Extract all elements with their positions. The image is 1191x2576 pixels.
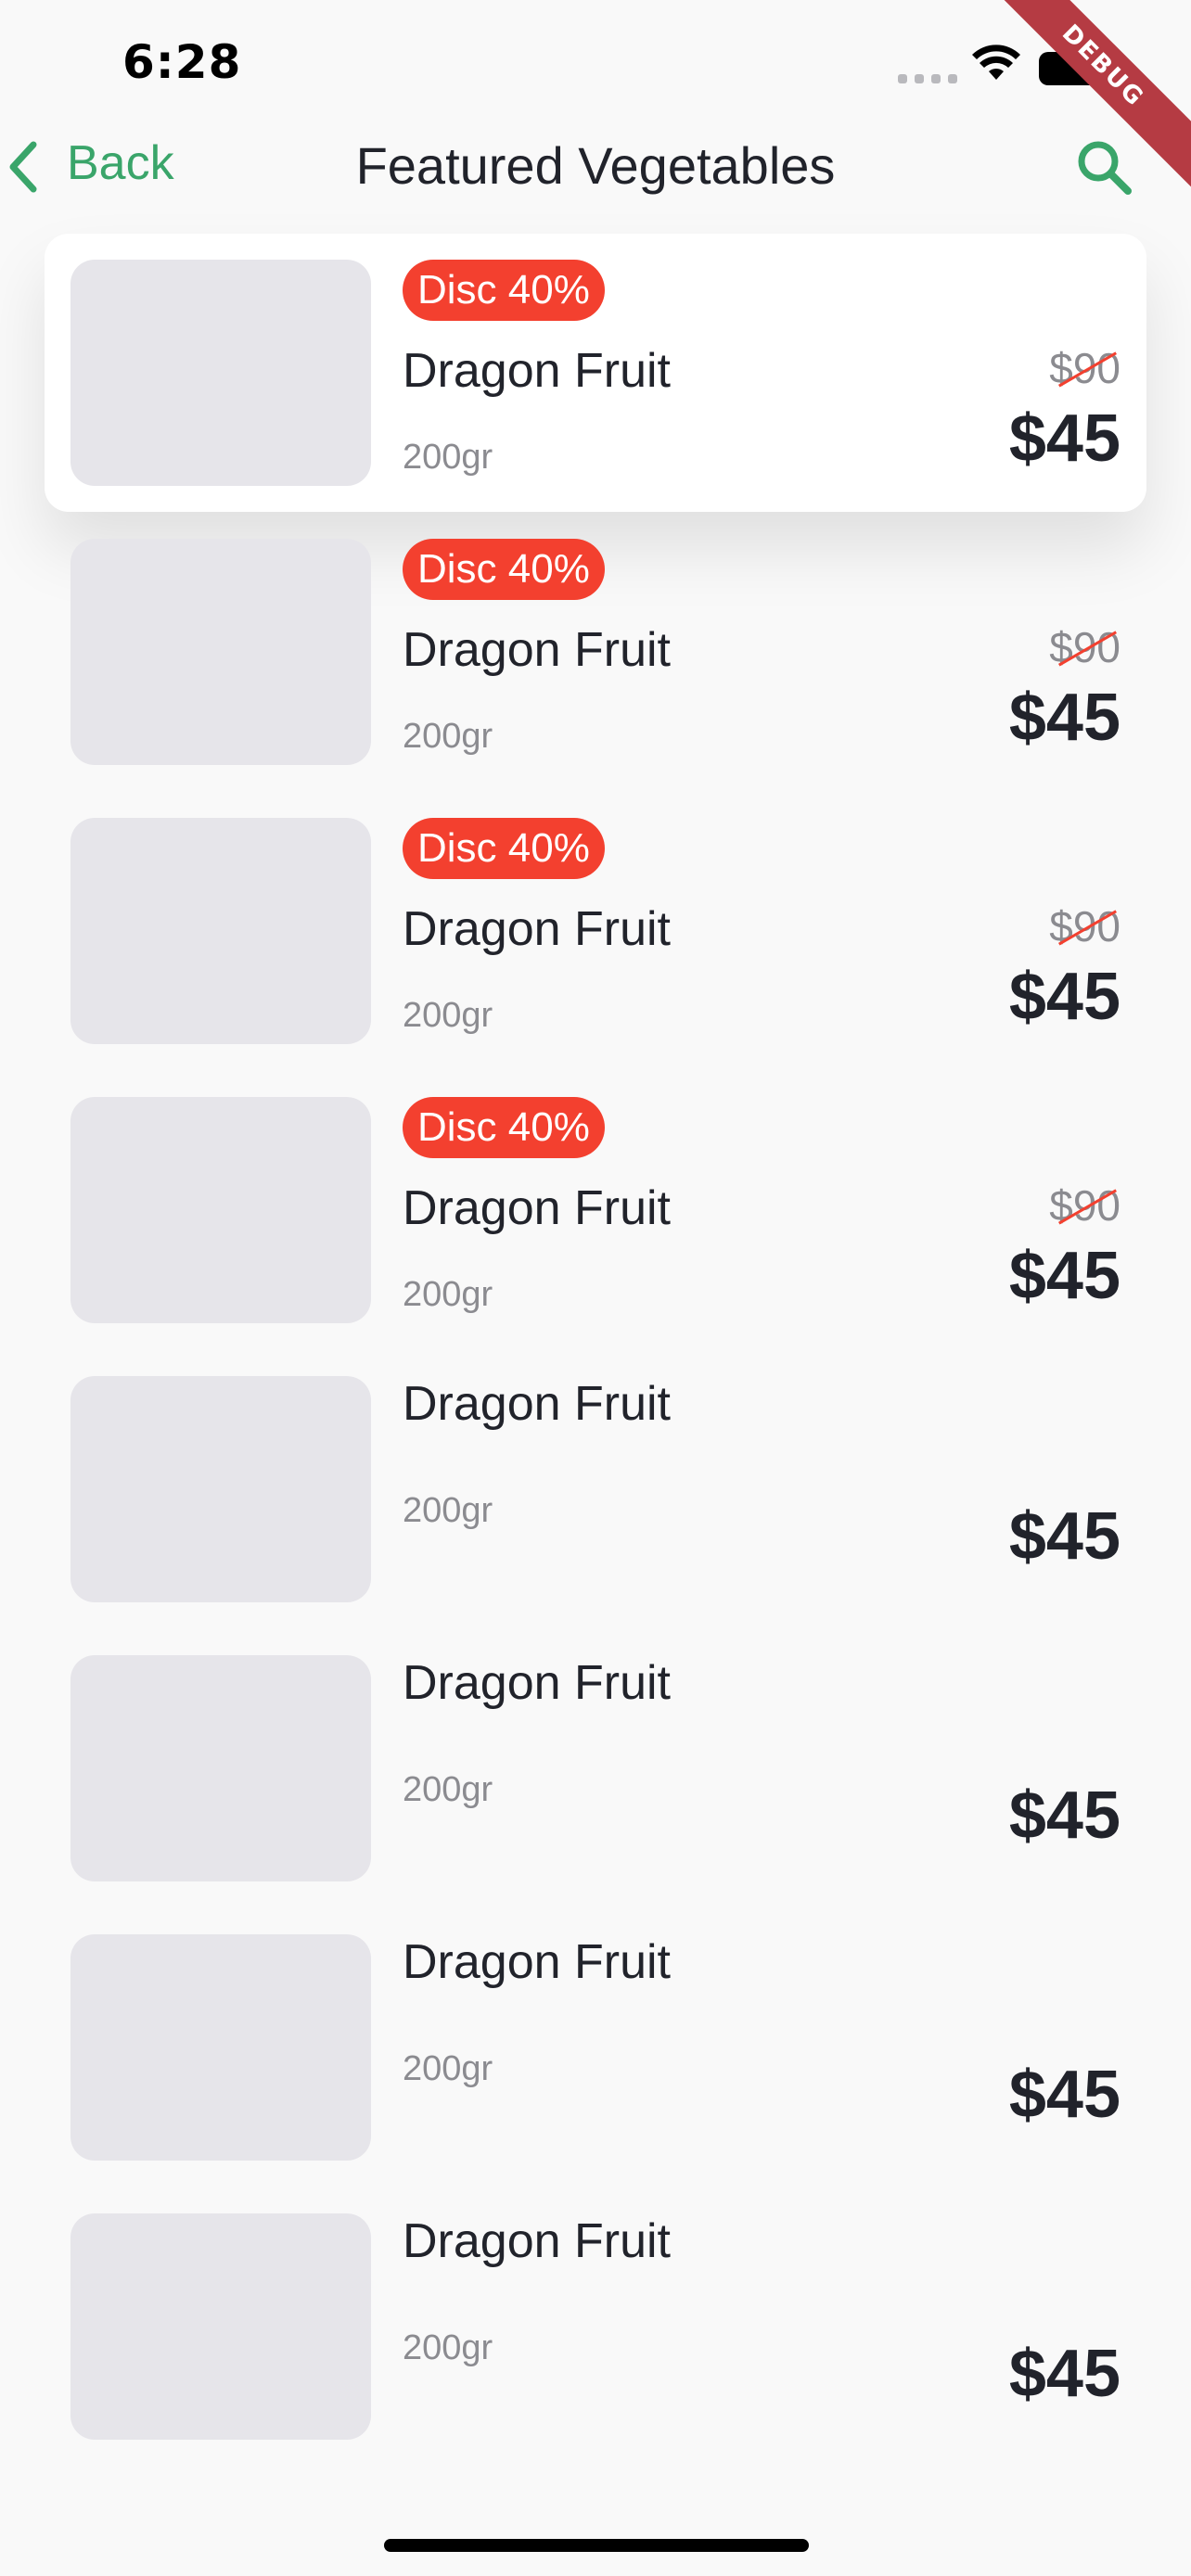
product-name: Dragon Fruit: [403, 902, 671, 956]
product-card[interactable]: Disc 40% Dragon Fruit 200gr $90 $45: [45, 1071, 1146, 1349]
wifi-icon: [972, 45, 1020, 80]
product-name: Dragon Fruit: [403, 1377, 671, 1431]
discount-badge: Disc 40%: [403, 539, 605, 600]
price: $45: [1008, 2058, 1121, 2132]
product-name: Dragon Fruit: [403, 1181, 671, 1235]
price: $45: [1008, 681, 1121, 755]
product-weight: 200gr: [403, 2328, 493, 2367]
status-bar: 6:28: [0, 0, 1191, 139]
product-name: Dragon Fruit: [403, 2214, 671, 2268]
product-image: [70, 1934, 371, 2161]
discount-badge: Disc 40%: [403, 1097, 605, 1158]
original-price: $90: [1049, 343, 1121, 393]
original-price: $90: [1049, 1180, 1121, 1231]
product-image: [70, 2213, 371, 2440]
product-weight: 200gr: [403, 996, 493, 1035]
product-card[interactable]: Disc 40% Dragon Fruit 200gr $90 $45: [45, 234, 1146, 512]
product-image: [70, 1097, 371, 1323]
product-weight: 200gr: [403, 2049, 493, 2088]
discount-badge: Disc 40%: [403, 818, 605, 879]
product-card[interactable]: Disc 40% Dragon Fruit 200gr $90 $45: [45, 792, 1146, 1070]
product-weight: 200gr: [403, 1275, 493, 1314]
product-card[interactable]: Disc 40% Dragon Fruit 200gr $90 $45: [45, 513, 1146, 791]
search-icon[interactable]: [1072, 135, 1137, 200]
price: $45: [1008, 1779, 1121, 1853]
product-name: Dragon Fruit: [403, 623, 671, 677]
product-image: [70, 539, 371, 765]
product-name: Dragon Fruit: [403, 344, 671, 398]
product-weight: 200gr: [403, 1491, 493, 1530]
cellular-signal-icon: [898, 74, 957, 85]
product-weight: 200gr: [403, 438, 493, 477]
price: $45: [1008, 1239, 1121, 1313]
product-image: [70, 260, 371, 486]
discount-badge: Disc 40%: [403, 260, 605, 321]
product-weight: 200gr: [403, 717, 493, 756]
home-indicator[interactable]: [384, 2539, 809, 2552]
product-name: Dragon Fruit: [403, 1935, 671, 1989]
product-card[interactable]: Dragon Fruit 200gr $45: [45, 1908, 1146, 2187]
product-card[interactable]: Dragon Fruit 200gr $45: [45, 2187, 1146, 2466]
page-title: Featured Vegetables: [355, 136, 836, 195]
product-image: [70, 1376, 371, 1602]
price: $45: [1008, 960, 1121, 1034]
product-image: [70, 818, 371, 1044]
navigation-bar: Back Featured Vegetables: [0, 130, 1191, 204]
original-price: $90: [1049, 622, 1121, 672]
price: $45: [1008, 2337, 1121, 2411]
product-weight: 200gr: [403, 1770, 493, 1809]
original-price: $90: [1049, 901, 1121, 951]
product-name: Dragon Fruit: [403, 1656, 671, 1710]
product-card[interactable]: Dragon Fruit 200gr $45: [45, 1350, 1146, 1628]
price: $45: [1008, 402, 1121, 476]
status-time: 6:28: [122, 35, 242, 89]
product-card[interactable]: Dragon Fruit 200gr $45: [45, 1629, 1146, 1907]
product-image: [70, 1655, 371, 1881]
price: $45: [1008, 1499, 1121, 1574]
